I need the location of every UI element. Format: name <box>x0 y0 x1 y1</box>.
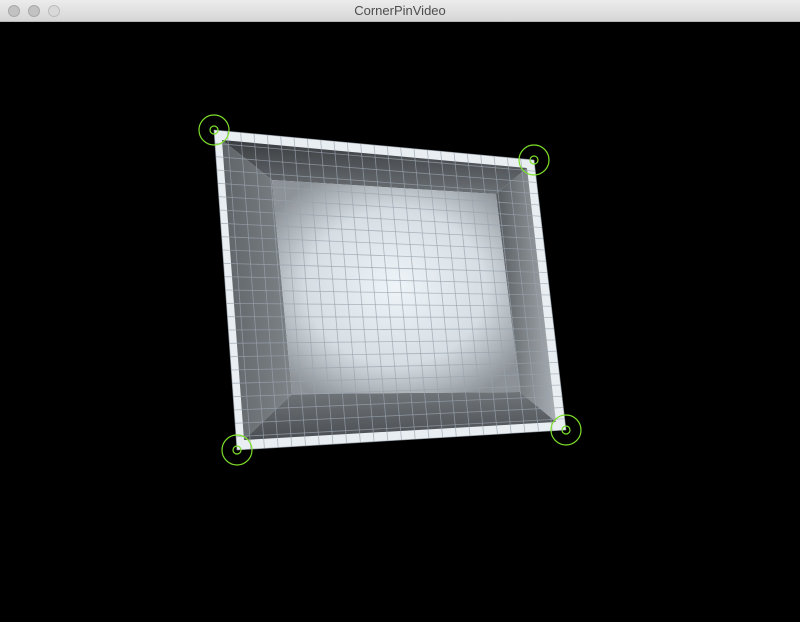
title-bar[interactable]: CornerPinVideo <box>0 0 800 22</box>
app-window: CornerPinVideo <box>0 0 800 622</box>
warped-video-quad <box>213 129 567 451</box>
video-canvas <box>198 114 582 466</box>
window-title: CornerPinVideo <box>354 3 446 18</box>
video-inner-panel <box>272 180 520 394</box>
